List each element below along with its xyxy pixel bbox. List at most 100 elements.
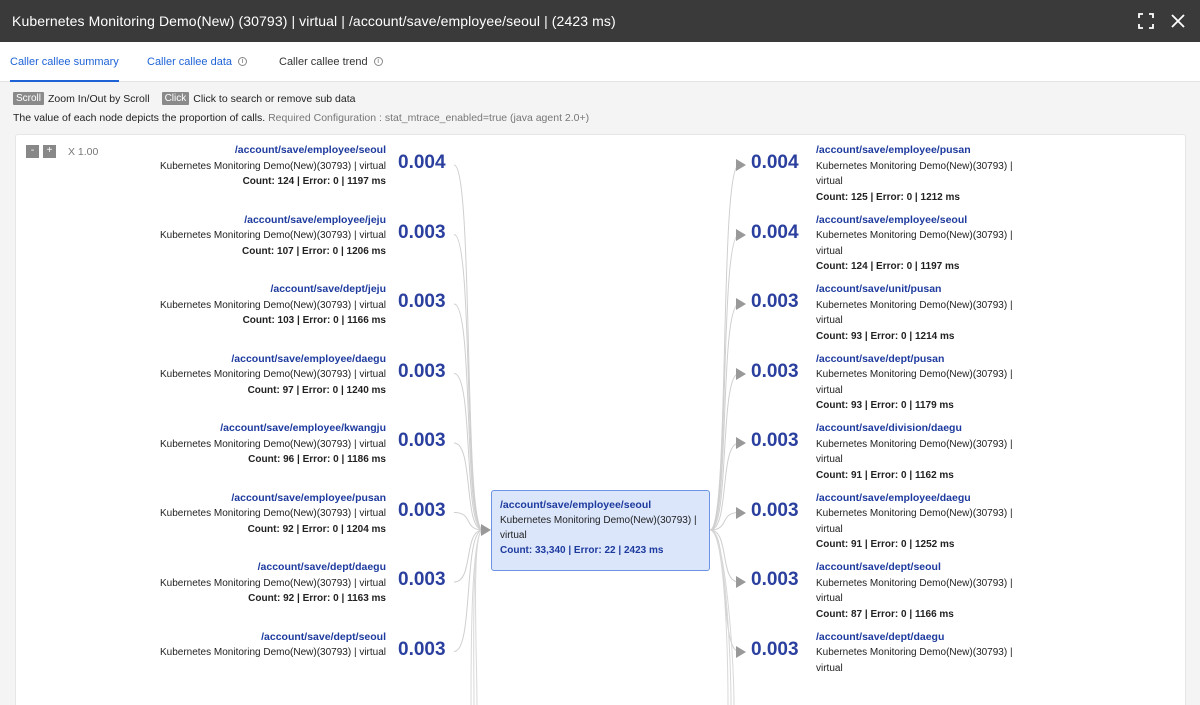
caller-ratio: 0.003 [398,638,446,660]
node-path[interactable]: /account/save/dept/seoul [816,560,1116,576]
node-app: Kubernetes Monitoring Demo(New)(30793) |… [159,577,386,589]
callee-node[interactable]: /account/save/unit/pusan Kubernetes Monit… [816,282,1116,344]
callee-edge [709,164,740,531]
caller-edge [470,529,484,705]
node-path[interactable]: /account/save/dept/seoul [86,630,386,646]
node-stats: Count: 87 | Error: 0 | 1166 ms [816,608,954,620]
callee-ratio: 0.003 [751,360,799,382]
callee-node[interactable]: /account/save/dept/seoul Kubernetes Monit… [816,560,1116,622]
callee-node[interactable]: /account/save/employee/seoul Kubernetes M… [816,213,1116,275]
callee-edge [709,234,740,531]
info-icon[interactable]: i [373,56,383,66]
caller-node[interactable]: /account/save/dept/jeju Kubernetes Monito… [86,282,386,329]
window-actions [1136,0,1188,42]
node-app: Kubernetes Monitoring Demo(New)(30793) |… [159,438,386,450]
caller-edge [453,164,484,531]
description: The value of each node depicts the propo… [13,112,589,124]
node-stats: Count: 103 | Error: 0 | 1166 ms [242,315,386,326]
caller-edge [453,303,484,531]
node-path[interactable]: /account/save/division/daegu [816,421,1116,437]
fullscreen-icon[interactable] [1136,11,1156,31]
callee-edge [709,529,740,652]
caller-edge [453,512,484,531]
node-path[interactable]: /account/save/employee/daegu [86,352,386,368]
callee-edge [709,529,735,705]
caller-node[interactable]: /account/save/employee/pusan Kubernetes M… [86,491,386,538]
node-path[interactable]: /account/save/dept/daegu [816,630,1116,646]
tab-caller-callee-trend[interactable]: Caller callee trend i [279,42,383,82]
info-icon[interactable]: i [238,56,247,66]
tab-caller-callee-data[interactable]: Caller callee data i [147,42,247,82]
node-stats: Count: 97 | Error: 0 | 1240 ms [247,384,386,396]
caller-edge [475,529,484,705]
zoom-in-button[interactable]: + [43,145,56,158]
caller-edge [473,529,484,705]
close-icon[interactable] [1168,11,1188,31]
tab-label: Caller callee trend [279,56,368,68]
callee-ratio: 0.003 [751,291,799,312]
caller-node[interactable]: /account/save/employee/daegu Kubernetes M… [86,352,386,399]
arrow-icon [736,576,746,588]
caller-node[interactable]: /account/save/dept/seoul Kubernetes Monit… [86,630,386,661]
node-stats: Count: 91 | Error: 0 | 1162 ms [816,469,954,481]
center-node-app: Kubernetes Monitoring Demo(New)(30793) |… [500,515,697,541]
caller-node[interactable]: /account/save/employee/kwangju Kubernetes… [86,421,386,468]
caller-node[interactable]: /account/save/employee/jeju Kubernetes Mo… [86,213,386,260]
node-path[interactable]: /account/save/employee/jeju [86,213,386,229]
node-app: Kubernetes Monitoring Demo(New)(30793) |… [159,230,386,241]
usage-hint: Scroll Zoom In/Out by Scroll Click Click… [13,92,355,105]
callee-edge [709,373,740,531]
node-app: Kubernetes Monitoring Demo(New)(30793) |… [816,299,1013,327]
window-title: Kubernetes Monitoring Demo(New) (30793) … [12,13,616,29]
caller-edge [453,373,484,531]
caller-ratio: 0.003 [398,291,446,312]
arrow-icon [736,228,746,241]
node-path[interactable]: /account/save/employee/pusan [816,143,1116,159]
caller-ratio: 0.003 [398,499,446,521]
arrow-icon [736,506,746,519]
callee-node[interactable]: /account/save/employee/pusan Kubernetes M… [816,143,1116,205]
node-stats: Count: 92 | Error: 0 | 1204 ms [247,523,386,535]
node-stats: Count: 125 | Error: 0 | 1212 ms [816,191,960,203]
center-node-path: /account/save/employee/seoul [500,499,652,511]
node-path[interactable]: /account/save/employee/seoul [86,143,386,159]
node-app: Kubernetes Monitoring Demo(New)(30793) |… [816,647,1013,674]
callee-node[interactable]: /account/save/division/daegu Kubernetes M… [816,421,1116,483]
callee-node[interactable]: /account/save/employee/daegu Kubernetes M… [816,491,1116,553]
arrow-icon [736,159,746,171]
node-app: Kubernetes Monitoring Demo(New)(30793) |… [159,299,386,311]
node-stats: Count: 91 | Error: 0 | 1252 ms [816,539,955,550]
node-app: Kubernetes Monitoring Demo(New)(30793) |… [159,369,386,380]
node-path[interactable]: /account/save/dept/jeju [86,282,386,298]
center-node[interactable]: /account/save/employee/seoul Kubernetes … [491,490,710,571]
arrow-icon [736,645,746,658]
arrow-icon [736,437,746,449]
node-path[interactable]: /account/save/dept/pusan [816,352,1116,368]
node-stats: Count: 93 | Error: 0 | 1214 ms [816,330,955,342]
node-path[interactable]: /account/save/employee/pusan [86,491,386,507]
callee-edge [709,512,740,531]
tab-bar: Caller callee summary Caller callee data… [0,42,1200,82]
zoom-out-button[interactable]: - [26,145,39,158]
node-path[interactable]: /account/save/dept/daegu [86,560,386,576]
node-path[interactable]: /account/save/employee/kwangju [86,421,386,437]
caller-edge [453,234,484,531]
tab-label: Caller callee data [147,56,232,68]
caller-node[interactable]: /account/save/employee/seoul Kubernetes M… [86,143,386,190]
callee-node[interactable]: /account/save/dept/pusan Kubernetes Monit… [816,352,1116,414]
tab-caller-callee-summary[interactable]: Caller callee summary [10,42,119,82]
graph-panel[interactable]: - + X 1.00 /account/save/employee/seoul K… [15,134,1186,705]
caller-edge [453,442,484,531]
node-app: Kubernetes Monitoring Demo(New)(30793) |… [816,160,1013,188]
caller-edge [453,529,484,583]
arrow-icon [736,298,746,310]
node-stats: Count: 107 | Error: 0 | 1206 ms [242,245,386,257]
node-path[interactable]: /account/save/employee/daegu [816,491,1116,507]
arrow-icon [736,367,746,380]
caller-node[interactable]: /account/save/dept/daegu Kubernetes Monit… [86,560,386,607]
callee-node[interactable]: /account/save/dept/daegu Kubernetes Monit… [816,630,1116,677]
node-path[interactable]: /account/save/unit/pusan [816,282,1116,298]
callee-ratio: 0.004 [751,152,799,173]
callee-edge [709,529,729,705]
node-path[interactable]: /account/save/employee/seoul [816,213,1116,229]
